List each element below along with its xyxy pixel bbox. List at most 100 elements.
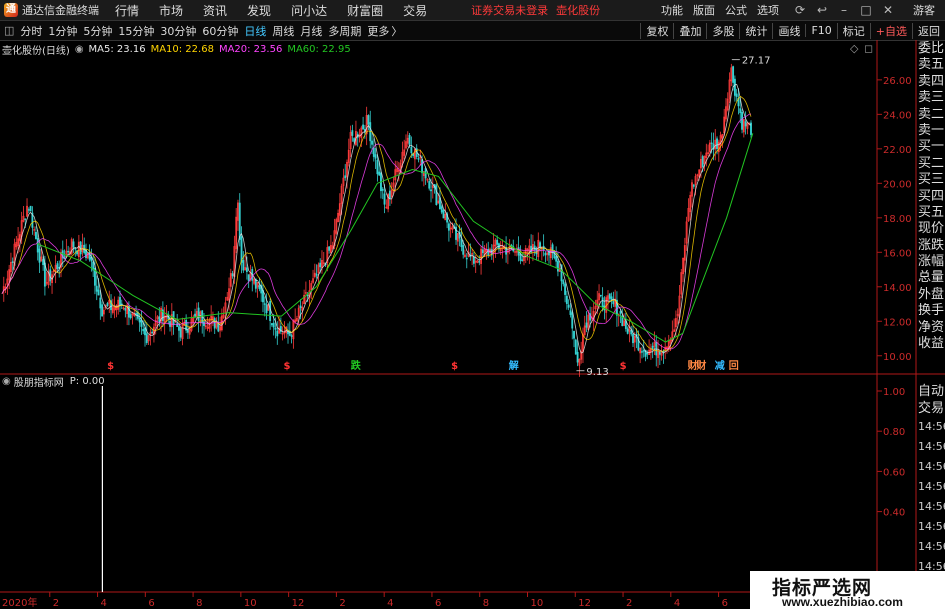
app-logo-icon: 通 — [4, 3, 18, 17]
candle-body — [27, 209, 30, 211]
tool-add-favorite[interactable]: +自选 — [869, 22, 912, 39]
event-marker: $ — [451, 361, 458, 372]
trade-time-5: 14:56 — [918, 520, 945, 533]
event-marker: $ — [283, 361, 290, 372]
candle-body — [619, 311, 622, 314]
candle-body — [344, 175, 347, 179]
indicator-toggle-icon[interactable]: ◉ — [2, 376, 11, 387]
maximize-icon[interactable]: □ — [855, 3, 877, 17]
candle-body — [231, 273, 234, 277]
candle-body — [447, 223, 450, 231]
candle-body — [478, 261, 481, 263]
candle-body — [258, 285, 261, 290]
trade-time-2: 14:56 — [918, 460, 945, 473]
menu-item-formula[interactable]: 公式 — [725, 2, 747, 18]
candle-body — [569, 310, 572, 315]
top-menu-bar: 通 通达信金融终端 行情 市场 资讯 发现 问小达 财富圈 交易 证券交易未登录… — [0, 0, 945, 21]
panel-toggle-icon[interactable]: ◫ — [4, 24, 14, 37]
tool-mark[interactable]: 标记 — [836, 22, 870, 39]
kline-chart[interactable]: 27.179.13$ $ 跌 $ 解 $ 财财减回 10.0012.0014.0016.00… — [0, 40, 945, 609]
candle-body — [197, 307, 200, 321]
menu-item-ask[interactable]: 问小达 — [291, 2, 327, 19]
quote-field-16: 换手 — [918, 303, 945, 319]
candle-body — [585, 322, 588, 328]
period-5min[interactable]: 5分钟 — [83, 23, 112, 39]
menu-item-market[interactable]: 市场 — [159, 2, 183, 19]
candle-body — [371, 140, 373, 145]
candle-body — [435, 185, 438, 206]
period-monthly[interactable]: 月线 — [300, 23, 322, 39]
period-multi[interactable]: 多周期 — [328, 23, 361, 39]
period-60min[interactable]: 60分钟 — [202, 23, 238, 39]
candle-body — [496, 239, 499, 245]
ma10-label: MA10: 22.68 — [150, 44, 214, 55]
candle-body — [99, 297, 102, 309]
diamond-icon: ◇ — [850, 42, 859, 55]
quote-field-13: 涨幅 — [918, 254, 945, 270]
candle-body — [564, 283, 567, 295]
period-weekly[interactable]: 周线 — [272, 23, 294, 39]
period-intraday[interactable]: 分时 — [20, 23, 42, 39]
period-daily[interactable]: 日线 — [244, 23, 266, 39]
trade-time-0: 14:56 — [918, 420, 945, 433]
candle-body — [599, 294, 602, 297]
candle-body — [487, 248, 490, 256]
xtick-label: 6 — [722, 598, 728, 609]
candle-body — [641, 351, 643, 353]
sub-ytick-label: 1.00 — [883, 387, 905, 398]
candle-body — [140, 319, 143, 327]
candle-body — [626, 328, 629, 334]
period-15min[interactable]: 15分钟 — [118, 23, 154, 39]
menu-item-news[interactable]: 资讯 — [203, 2, 227, 19]
app-name: 通达信金融终端 — [22, 4, 99, 17]
tool-adjust[interactable]: 复权 — [640, 22, 673, 39]
candle-body — [472, 256, 475, 264]
quote-field-0: 委比 — [918, 41, 945, 56]
candle-body — [571, 312, 574, 329]
menu-item-discover[interactable]: 发现 — [247, 2, 271, 19]
candle-body — [245, 267, 248, 272]
period-30min[interactable]: 30分钟 — [160, 23, 196, 39]
tool-stats[interactable]: 统计 — [739, 22, 772, 39]
tool-f10[interactable]: F10 — [805, 24, 836, 37]
event-marker: 跌 — [351, 359, 362, 372]
xtick-label: 6 — [148, 598, 154, 609]
menu-item-quotes[interactable]: 行情 — [115, 2, 139, 19]
minimize-icon[interactable]: – — [833, 3, 855, 17]
quote-field-17: 净资 — [918, 319, 945, 335]
candle-body — [710, 142, 713, 144]
candle-body — [440, 206, 443, 213]
candle-body — [72, 241, 75, 248]
candle-body — [362, 124, 365, 130]
guest-label[interactable]: 游客 — [913, 2, 935, 18]
menu-item-options[interactable]: 选项 — [757, 2, 779, 18]
quote-field-14: 总量 — [918, 270, 945, 286]
close-icon[interactable]: ✕ — [877, 3, 899, 17]
xtick-label: 8 — [483, 598, 489, 609]
refresh-icon[interactable]: ⟳ — [789, 3, 811, 17]
login-notice[interactable]: 证券交易未登录 — [471, 2, 548, 18]
legend-toggle-icon[interactable]: ◉ — [75, 44, 84, 55]
menu-item-layout[interactable]: 版面 — [693, 2, 715, 18]
menu-item-function[interactable]: 功能 — [661, 2, 683, 18]
candle-body — [306, 294, 309, 297]
quote-panel: 委比 卖五 卖四 卖三 卖二 卖一 买一 买二 买三 买四 买五 现价 涨跌 涨幅 总量 外盘 换手 净资 收益 — [918, 41, 945, 352]
candle-body — [372, 147, 375, 157]
tool-draw-line[interactable]: 画线 — [772, 22, 805, 39]
back-icon[interactable]: ↩ — [811, 3, 833, 17]
period-1min[interactable]: 1分钟 — [48, 23, 77, 39]
tool-multi-stock[interactable]: 多股 — [706, 22, 739, 39]
tool-back[interactable]: 返回 — [912, 22, 945, 39]
candle-body — [428, 181, 431, 189]
candle-body — [692, 184, 695, 187]
candle-body — [430, 189, 432, 192]
period-more[interactable]: 更多 — [367, 23, 389, 39]
tool-overlay[interactable]: 叠加 — [673, 22, 706, 39]
menu-item-trade[interactable]: 交易 — [403, 2, 427, 19]
right-menu: 功能 版面 公式 选项 ⟳ ↩ – □ ✕ 游客 — [661, 0, 945, 20]
ytick-label: 20.00 — [883, 179, 912, 190]
chevron-right-icon[interactable]: 〉 — [391, 23, 402, 39]
candle-body — [142, 328, 145, 332]
candle-body — [544, 252, 547, 256]
menu-item-wealth[interactable]: 财富圈 — [347, 2, 383, 19]
